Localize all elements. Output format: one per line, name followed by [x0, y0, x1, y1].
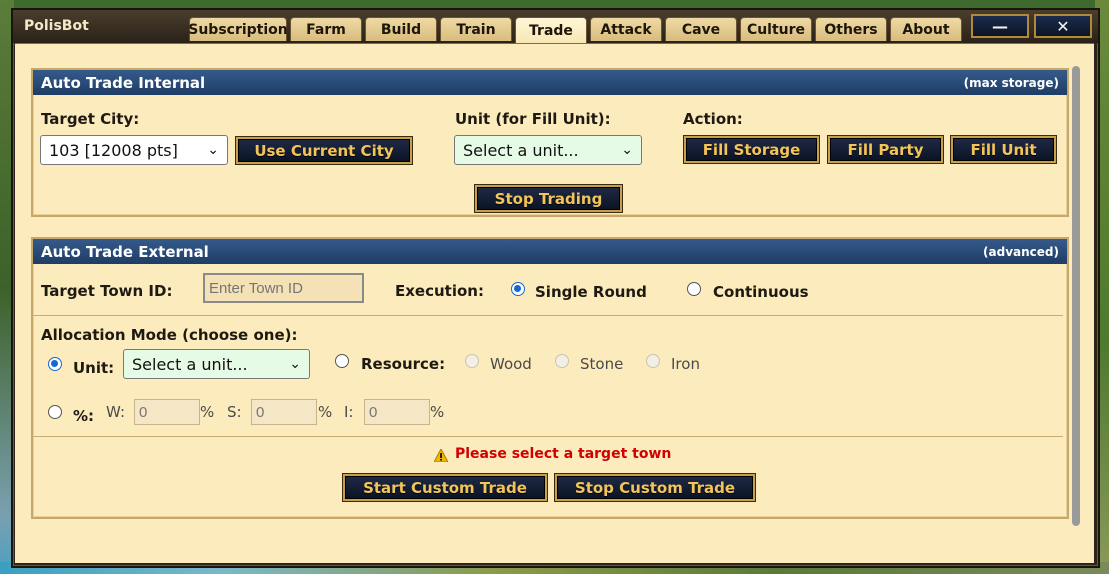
single-round-radio[interactable] — [511, 282, 525, 296]
tab-about[interactable]: About — [890, 17, 962, 41]
warning-message: Please select a target town — [455, 446, 672, 462]
chevron-down-icon: ⌄ — [621, 142, 633, 158]
chevron-down-icon: ⌄ — [207, 142, 219, 158]
chevron-down-icon: ⌄ — [289, 356, 301, 372]
unit-fill-label: Unit (for Fill Unit): — [455, 110, 611, 128]
stone-radio[interactable] — [555, 354, 569, 368]
target-town-input[interactable] — [203, 273, 364, 303]
wood-label: Wood — [490, 355, 532, 373]
w-percent-input[interactable] — [134, 399, 200, 425]
iron-radio[interactable] — [646, 354, 660, 368]
tab-bar: Subscription Farm Build Train Trade Atta… — [188, 17, 962, 43]
target-city-label: Target City: — [41, 110, 140, 128]
tab-trade[interactable]: Trade — [515, 17, 587, 43]
use-current-city-button[interactable]: Use Current City — [236, 137, 412, 164]
allocation-mode-label: Allocation Mode (choose one): — [41, 326, 298, 344]
tab-culture[interactable]: Culture — [740, 17, 812, 41]
tab-train[interactable]: Train — [440, 17, 512, 41]
execution-label: Execution: — [395, 282, 484, 300]
warning-icon — [434, 449, 448, 462]
percent-mode-radio[interactable] — [48, 405, 62, 419]
panel-title-internal: Auto Trade Internal — [41, 73, 206, 92]
panel-auto-trade-external: Auto Trade External (advanced) Target To… — [31, 237, 1069, 519]
tab-attack[interactable]: Attack — [590, 17, 662, 41]
unit-mode-label: Unit: — [73, 359, 115, 377]
panel-badge-external: (advanced) — [983, 244, 1059, 259]
w-percent-sign: % — [200, 403, 215, 421]
tab-subscription[interactable]: Subscription — [188, 17, 288, 41]
fill-party-button[interactable]: Fill Party — [828, 136, 943, 163]
panel-auto-trade-internal: Auto Trade Internal (max storage) Target… — [31, 68, 1069, 217]
stop-trading-button[interactable]: Stop Trading — [475, 185, 622, 212]
percent-mode-label: %: — [73, 407, 95, 425]
tab-cave[interactable]: Cave — [665, 17, 737, 41]
divider — [33, 436, 1063, 437]
fill-storage-button[interactable]: Fill Storage — [684, 136, 819, 163]
resource-mode-label: Resource: — [361, 355, 446, 373]
s-label: S: — [227, 403, 242, 421]
unit-mode-value: Select a unit... — [132, 354, 248, 374]
minimize-button[interactable]: — — [971, 14, 1029, 38]
title-bar[interactable]: PolisBot Subscription Farm Build Train T… — [13, 10, 1098, 43]
target-city-value: 103 [12008 pts] — [49, 140, 178, 160]
tab-others[interactable]: Others — [815, 17, 887, 41]
trade-content: Auto Trade Internal (max storage) Target… — [15, 43, 1094, 563]
iron-label: Iron — [671, 355, 700, 373]
s-percent-input[interactable] — [251, 399, 317, 425]
unit-mode-select[interactable]: Select a unit... ⌄ — [123, 349, 310, 379]
tab-farm[interactable]: Farm — [290, 17, 362, 41]
i-percent-sign: % — [430, 403, 445, 421]
panel-title-external: Auto Trade External — [41, 242, 209, 261]
continuous-radio[interactable] — [687, 282, 701, 296]
stop-custom-trade-button[interactable]: Stop Custom Trade — [555, 474, 755, 501]
i-label: I: — [344, 403, 354, 421]
tab-build[interactable]: Build — [365, 17, 437, 41]
minimize-icon: — — [992, 16, 1008, 36]
wood-radio[interactable] — [465, 354, 479, 368]
stone-label: Stone — [580, 355, 624, 373]
s-percent-sign: % — [318, 403, 333, 421]
resource-mode-radio[interactable] — [335, 354, 349, 368]
divider — [33, 315, 1063, 316]
i-percent-input[interactable] — [364, 399, 430, 425]
target-town-label: Target Town ID: — [41, 282, 173, 300]
close-button[interactable]: ✕ — [1034, 14, 1092, 38]
unit-fill-value: Select a unit... — [463, 140, 579, 160]
target-city-select[interactable]: 103 [12008 pts] ⌄ — [40, 135, 228, 165]
action-label: Action: — [683, 110, 743, 128]
fill-unit-button[interactable]: Fill Unit — [951, 136, 1056, 163]
start-custom-trade-button[interactable]: Start Custom Trade — [343, 474, 547, 501]
w-label: W: — [106, 403, 126, 421]
continuous-label: Continuous — [713, 283, 809, 301]
polisbot-window: PolisBot Subscription Farm Build Train T… — [11, 8, 1100, 568]
scrollbar-thumb[interactable] — [1072, 66, 1080, 526]
single-round-label: Single Round — [535, 283, 647, 301]
window-title: PolisBot — [24, 18, 89, 34]
vertical-scrollbar[interactable] — [1071, 48, 1081, 558]
unit-mode-radio[interactable] — [48, 357, 62, 371]
close-icon: ✕ — [1056, 16, 1070, 36]
unit-fill-select[interactable]: Select a unit... ⌄ — [454, 135, 642, 165]
panel-header-internal: Auto Trade Internal (max storage) — [33, 70, 1067, 95]
panel-badge-internal: (max storage) — [963, 75, 1059, 90]
panel-header-external: Auto Trade External (advanced) — [33, 239, 1067, 264]
